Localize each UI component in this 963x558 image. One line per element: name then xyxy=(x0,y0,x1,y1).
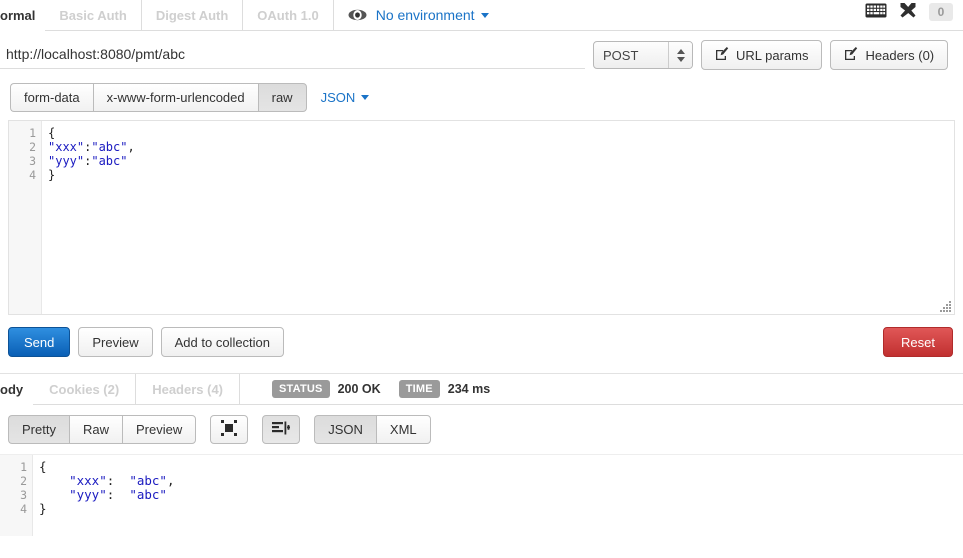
code-line: "yyy":"abc" xyxy=(48,154,954,168)
code-token: : xyxy=(106,487,130,502)
status-badge: STATUS xyxy=(272,380,330,398)
line-number: 2 xyxy=(20,474,27,488)
body-type-segmented-control: form-data x-www-form-urlencoded raw xyxy=(10,83,307,112)
tab-response-body[interactable]: ody xyxy=(0,374,33,405)
fullscreen-icon xyxy=(221,420,238,439)
code-token: } xyxy=(39,501,47,516)
add-to-collection-button[interactable]: Add to collection xyxy=(160,327,285,357)
line-number: 2 xyxy=(29,140,36,154)
response-lang-json[interactable]: JSON xyxy=(314,415,376,444)
chevron-down-icon xyxy=(361,95,370,100)
response-view-preview[interactable]: Preview xyxy=(121,415,197,444)
resize-grip-icon[interactable] xyxy=(939,299,953,313)
status-value: 200 OK xyxy=(337,382,381,396)
request-count-badge[interactable]: 0 xyxy=(929,3,953,21)
code-token: "xxx" xyxy=(48,140,85,154)
response-view-mode-group: Pretty Raw Preview xyxy=(8,415,197,444)
code-token: "xxx" xyxy=(69,473,107,488)
headers-button[interactable]: Headers (0) xyxy=(830,40,949,70)
time-badge: TIME xyxy=(398,380,440,398)
http-method-select[interactable]: GETPOSTPUTPATCHDELETEHEADOPTIONS xyxy=(593,41,693,69)
response-view-pretty[interactable]: Pretty xyxy=(8,415,69,444)
response-meta: STATUS 200 OK TIME 234 ms xyxy=(240,374,963,405)
indent-lines-icon xyxy=(272,421,291,439)
url-params-label: URL params xyxy=(736,47,809,63)
editor-line-numbers: 1 2 3 4 xyxy=(9,121,42,314)
response-view-raw[interactable]: Raw xyxy=(68,415,122,444)
edit-square-icon xyxy=(844,46,858,64)
code-token: "abc" xyxy=(91,154,128,168)
code-line: { xyxy=(39,460,963,474)
request-actions-row: Send Preview Add to collection Reset xyxy=(0,315,963,369)
auth-tab-bar: ormal Basic Auth Digest Auth OAuth 1.0 N… xyxy=(0,0,963,31)
edit-square-icon xyxy=(715,46,729,64)
tab-response-cookies[interactable]: Cookies (2) xyxy=(33,374,137,405)
environment-label: No environment xyxy=(375,7,475,23)
code-line: } xyxy=(48,168,954,182)
wrap-lines-button[interactable] xyxy=(262,415,301,444)
body-type-row: form-data x-www-form-urlencoded raw JSON xyxy=(0,79,963,120)
code-token: "abc" xyxy=(129,473,167,488)
tab-digest-auth[interactable]: Digest Auth xyxy=(141,0,244,31)
time-value: 234 ms xyxy=(447,382,491,396)
request-url-row: GETPOSTPUTPATCHDELETEHEADOPTIONS URL par… xyxy=(0,31,963,79)
code-token: "abc" xyxy=(91,140,128,154)
request-body-code[interactable]: {"xxx":"abc", "yyy":"abc"} xyxy=(42,121,954,314)
keyboard-icon[interactable] xyxy=(865,3,887,21)
body-type-urlencoded[interactable]: x-www-form-urlencoded xyxy=(92,83,258,112)
code-token: : xyxy=(106,473,130,488)
code-line: "xxx":"abc", xyxy=(48,140,954,154)
response-tab-bar: ody Cookies (2) Headers (4) STATUS 200 O… xyxy=(0,373,963,405)
fullscreen-button[interactable] xyxy=(210,415,249,444)
code-token: { xyxy=(39,459,47,474)
send-button[interactable]: Send xyxy=(8,327,71,357)
code-line: } xyxy=(39,502,963,516)
url-input[interactable] xyxy=(0,41,585,69)
tab-oauth-1[interactable]: OAuth 1.0 xyxy=(243,0,334,31)
code-line: "yyy": "abc" xyxy=(39,488,963,502)
wrench-icon[interactable] xyxy=(899,2,917,22)
line-number: 3 xyxy=(20,488,27,502)
body-format-selector[interactable]: JSON xyxy=(321,90,370,105)
line-number: 1 xyxy=(29,126,36,140)
environment-selector[interactable]: No environment xyxy=(376,7,489,23)
code-token: "yyy" xyxy=(69,487,107,502)
tab-basic-auth[interactable]: Basic Auth xyxy=(45,0,142,31)
line-number: 3 xyxy=(29,154,36,168)
headers-label: Headers (0) xyxy=(865,47,935,63)
response-body-code: { "xxx": "abc", "yyy": "abc"} xyxy=(33,455,963,536)
chevron-down-icon xyxy=(480,12,489,18)
line-number: 4 xyxy=(29,168,36,182)
response-lang-xml[interactable]: XML xyxy=(375,415,431,444)
response-toolbar: Pretty Raw Preview JSON XML xyxy=(0,405,963,454)
code-line: { xyxy=(48,126,954,140)
body-format-label: JSON xyxy=(320,90,356,105)
tab-normal[interactable]: ormal xyxy=(0,0,46,31)
response-line-numbers: 1 2 3 4 xyxy=(0,455,33,536)
code-line: "xxx": "abc", xyxy=(39,474,963,488)
code-token: } xyxy=(48,168,56,182)
method-select-wrapper: GETPOSTPUTPATCHDELETEHEADOPTIONS xyxy=(593,41,693,69)
code-token: { xyxy=(48,126,56,140)
code-token: , xyxy=(166,473,175,488)
line-number: 4 xyxy=(20,502,27,516)
url-params-button[interactable]: URL params xyxy=(701,40,823,70)
eye-icon[interactable] xyxy=(348,9,367,21)
response-language-group: JSON XML xyxy=(314,415,431,444)
code-token: "abc" xyxy=(129,487,167,502)
body-type-form-data[interactable]: form-data xyxy=(10,83,93,112)
top-right-controls: 0 xyxy=(865,2,953,22)
reset-button[interactable]: Reset xyxy=(883,327,953,357)
tab-response-headers[interactable]: Headers (4) xyxy=(136,374,241,405)
body-type-raw[interactable]: raw xyxy=(257,83,307,112)
response-body-viewer: 1 2 3 4 { "xxx": "abc", "yyy": "abc"} xyxy=(0,454,963,536)
code-token: , xyxy=(127,140,135,154)
preview-button[interactable]: Preview xyxy=(78,327,153,357)
code-token: "yyy" xyxy=(48,154,85,168)
line-number: 1 xyxy=(20,460,27,474)
auth-tabs: ormal Basic Auth Digest Auth OAuth 1.0 xyxy=(0,0,334,31)
request-body-editor[interactable]: 1 2 3 4 {"xxx":"abc", "yyy":"abc"} xyxy=(8,120,955,315)
